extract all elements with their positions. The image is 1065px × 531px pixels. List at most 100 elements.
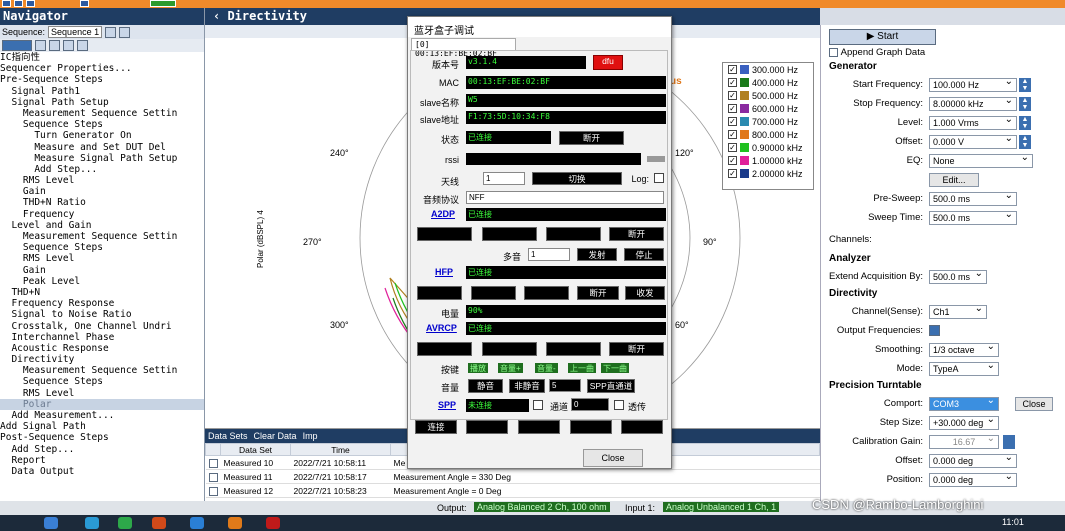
comport-field[interactable]: COM3 [929,395,999,411]
dfu-button[interactable]: dfu [593,55,623,70]
output-value[interactable]: Analog Balanced 2 Ch, 100 ohm [474,502,610,512]
volume-spinner[interactable]: 5 [549,379,581,392]
tree-item[interactable]: Acoustic Response [0,343,204,354]
key-vol-up[interactable]: 音量+ [498,363,523,373]
a2dp-link[interactable]: A2DP [431,209,455,219]
send-button[interactable]: 发射 [577,248,617,261]
tree-item[interactable]: RMS Level [0,175,204,186]
avrcp-btn-1[interactable] [417,342,472,356]
hfp-disconnect-button[interactable]: 断开 [577,286,619,300]
stop-button[interactable]: 停止 [624,248,664,261]
tree-item[interactable]: Frequency [0,209,204,220]
app-icon-4[interactable] [266,517,280,529]
legend-checkbox[interactable]: ✓ [728,104,737,113]
tree-item[interactable]: Sequence Steps [0,242,204,253]
disconnect-button[interactable]: 断开 [559,131,624,145]
tree-item[interactable]: Report [0,455,204,466]
input-value[interactable]: Analog Unbalanced 1 Ch, 1 [663,502,780,512]
tree-item[interactable]: Measurement Sequence Settin [0,231,204,242]
channel-spinner[interactable]: 0 [571,398,609,411]
legend-checkbox[interactable]: ✓ [728,143,737,152]
import-button[interactable]: Imp [303,431,318,441]
edit-button[interactable]: Edit... [929,172,979,187]
table-row[interactable]: Measured 11 2022/7/21 10:58:17 Measurement… [205,469,820,484]
legend-item[interactable]: ✓ 500.000 Hz [723,89,813,102]
tree-item[interactable]: Measurement Sequence Settin [0,365,204,376]
tree-item[interactable]: Pre-Sequence Steps [0,74,204,85]
close-button[interactable]: Close [1015,396,1053,411]
hfp-btn-1[interactable] [417,286,462,300]
run-icon[interactable] [2,40,32,51]
tree-item[interactable]: Gain [0,265,204,276]
tree-item[interactable]: THD+N [0,287,204,298]
spp-link[interactable]: SPP [438,400,456,410]
legend-checkbox[interactable]: ✓ [728,156,737,165]
tree-item[interactable]: Signal to Noise Ratio [0,309,204,320]
channel-checkbox[interactable] [533,400,543,410]
tree-item[interactable]: Peak Level [0,276,204,287]
spin-icon[interactable]: ▲ ▼ [1019,96,1031,111]
legend-item[interactable]: ✓ 600.000 Hz [723,102,813,115]
calib-icon[interactable] [1003,434,1015,449]
multitone-spinner[interactable]: 1 [528,248,570,261]
sequence-settings-icon[interactable] [105,26,117,38]
avrcp-disconnect-button[interactable]: 断开 [609,342,664,356]
mute-button[interactable]: 静音 [468,379,503,393]
bottom-btn-2[interactable] [466,420,508,434]
a2dp-btn-1[interactable] [417,227,472,241]
tree-item[interactable]: Gain [0,186,204,197]
key-play[interactable]: 播放 [468,363,488,373]
legend-checkbox[interactable]: ✓ [728,78,737,87]
tree-item[interactable]: Add Measurement... [0,410,204,421]
row-checkbox[interactable] [208,486,218,496]
tree-item[interactable]: Polar [0,398,204,410]
on-toggle[interactable] [150,0,176,7]
sweep-field[interactable]: 500.0 ms [929,209,1017,225]
edge-icon[interactable] [85,517,99,529]
legend-item[interactable]: ✓ 800.000 Hz [723,128,813,141]
avrcp-btn-2[interactable] [482,342,537,356]
a2dp-btn-2[interactable] [482,227,537,241]
key-vol-down[interactable]: 音量- [535,363,558,373]
tree-item[interactable]: Post-Sequence Steps [0,432,204,443]
hfp-link[interactable]: HFP [435,267,453,277]
extend-field[interactable]: 500.0 ms [929,268,987,284]
tree-item[interactable]: Signal Path Setup [0,97,204,108]
a2dp-disconnect-button[interactable]: 断开 [609,227,664,241]
legend-checkbox[interactable]: ✓ [728,169,737,178]
tree-item[interactable]: IC指向性 [0,52,204,63]
copy-icon[interactable] [77,40,88,51]
tree-item[interactable]: Add Step... [0,164,204,175]
tree-item[interactable]: Crosstalk, One Channel Undri [0,321,204,332]
hfp-btn-2[interactable] [471,286,516,300]
app-icon[interactable] [2,0,11,7]
output-freq-icon[interactable] [929,325,940,336]
tree-item[interactable]: Level and Gain [0,220,204,231]
spin-icon[interactable]: ▲ ▼ [1019,115,1031,130]
spp-passthrough-button[interactable]: SPP直通道 [587,379,635,393]
tree-item[interactable]: RMS Level [0,388,204,399]
legend-item[interactable]: ✓ 1.00000 kHz [723,154,813,167]
start-button[interactable]: ▶ Start [829,29,936,45]
save-icon[interactable] [26,0,35,7]
spin-icon[interactable]: ▲ ▼ [1019,134,1031,149]
bottom-btn-4[interactable] [570,420,612,434]
tree-item[interactable]: Add Step... [0,444,204,455]
close-dialog-button[interactable]: Close [583,449,643,467]
legend-item[interactable]: ✓ 400.000 Hz [723,76,813,89]
avrcp-link[interactable]: AVRCP [426,323,457,333]
app-icon-3[interactable] [228,517,242,529]
pos-field[interactable]: 0.000 deg [929,471,1017,487]
avrcp-btn-3[interactable] [546,342,601,356]
tree-item[interactable]: Add Signal Path [0,421,204,432]
lock-icon[interactable] [119,26,131,38]
find-icon[interactable] [49,40,60,51]
legend-checkbox[interactable]: ✓ [728,91,737,100]
tree-item[interactable]: Sequence Steps [0,376,204,387]
tree-item[interactable]: Sequencer Properties... [0,63,204,74]
passthrough-checkbox[interactable] [614,400,624,410]
legend-item[interactable]: ✓ 300.000 Hz [723,63,813,76]
mode-field[interactable]: TypeA [929,360,999,376]
legend-item[interactable]: ✓ 700.000 Hz [723,115,813,128]
connect-button[interactable]: 连接 [415,420,457,434]
